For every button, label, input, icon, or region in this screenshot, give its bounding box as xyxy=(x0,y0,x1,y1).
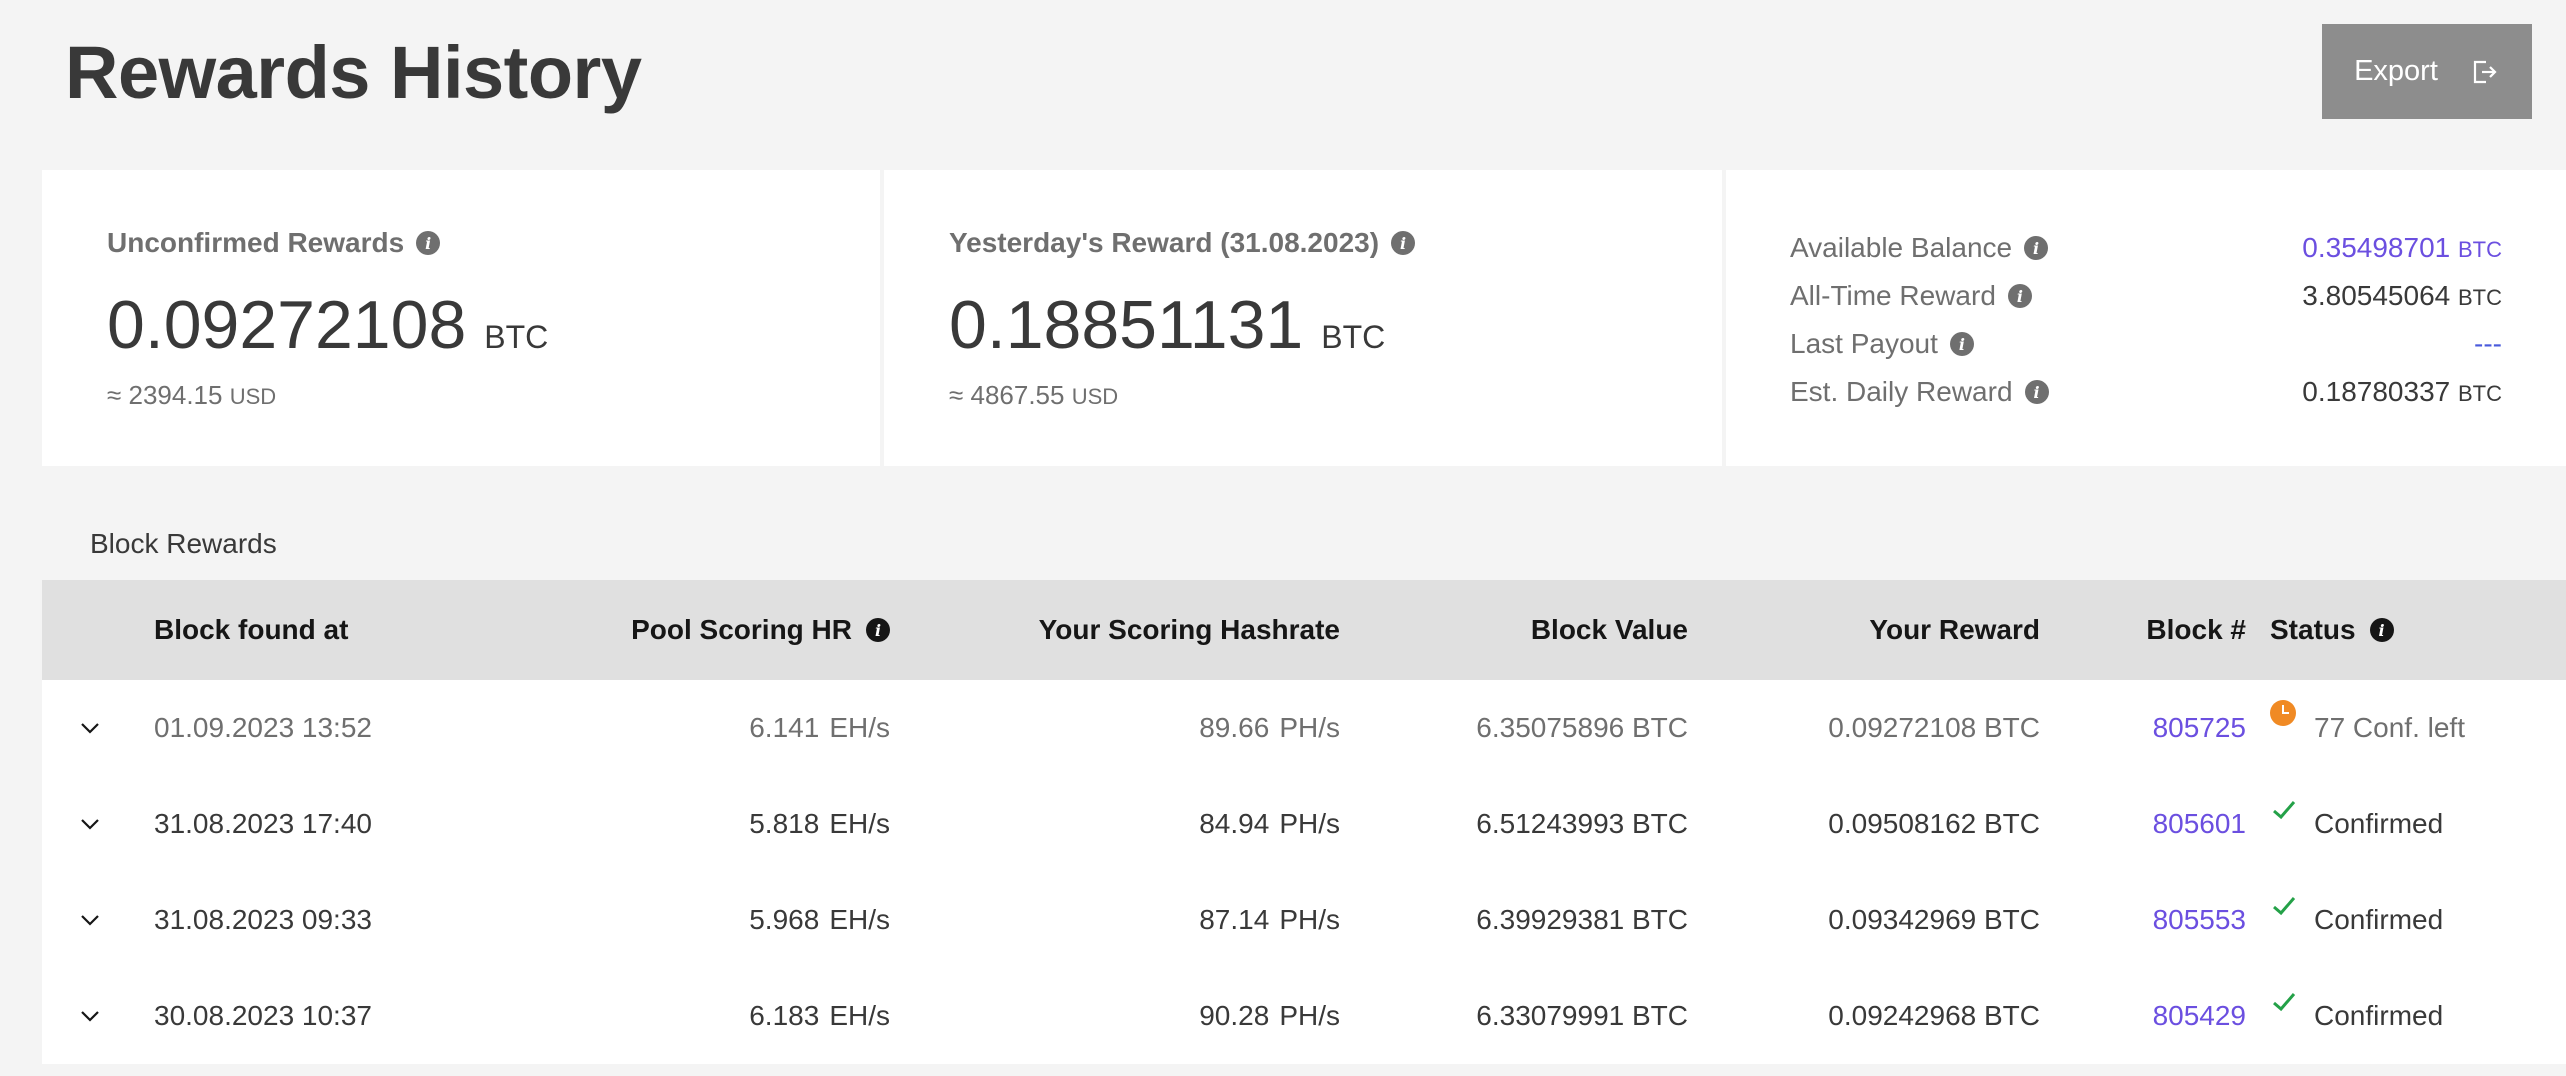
cell-your-reward: 0.09242968 BTC xyxy=(1828,1000,2040,1031)
clock-icon xyxy=(2270,700,2296,726)
info-icon[interactable]: i xyxy=(866,618,890,642)
cell-pool-hr: 6.183 EH/s xyxy=(749,1000,890,1031)
balance-row-available: Available Balance i 0.35498701 BTC xyxy=(1790,224,2502,272)
header-your-reward[interactable]: Your Reward xyxy=(1742,580,2040,680)
all-time-reward-value: 3.80545064 BTC xyxy=(2302,280,2502,311)
cell-found-at: 31.08.2023 09:33 xyxy=(154,904,372,935)
yesterday-reward-card: Yesterday's Reward (31.08.2023) i 0.1885… xyxy=(884,170,1722,466)
cell-your-hr: 90.28 PH/s xyxy=(1199,1000,1340,1031)
cell-pool-hr: 6.141 EH/s xyxy=(749,712,890,743)
cell-block-number: 805429 xyxy=(2082,968,2246,1064)
cell-your-reward: 0.09508162 BTC xyxy=(1828,808,2040,839)
header-block-number[interactable]: Block # xyxy=(2082,580,2246,680)
balance-row-est-daily: Est. Daily Reward i 0.18780337 BTC xyxy=(1790,368,2502,416)
block-link[interactable]: 805553 xyxy=(2153,904,2246,936)
info-icon[interactable]: i xyxy=(416,231,441,255)
cell-status: Confirmed xyxy=(2270,776,2560,872)
balance-card: Available Balance i 0.35498701 BTC All-Ti… xyxy=(1726,170,2566,466)
unconfirmed-rewards-value: 0.09272108 xyxy=(107,287,467,363)
cell-your-hr: 89.66 PH/s xyxy=(1199,712,1340,743)
cell-status: Confirmed xyxy=(2270,872,2560,968)
cell-your-hr: 87.14 PH/s xyxy=(1199,904,1340,935)
unconfirmed-rewards-unit: BTC xyxy=(484,319,549,355)
unconfirmed-rewards-usd-unit: USD xyxy=(229,384,277,409)
info-icon[interactable]: i xyxy=(1949,332,1974,356)
unconfirmed-rewards-card: Unconfirmed Rewards i 0.09272108 BTC ≈ 2… xyxy=(42,170,880,466)
block-link[interactable]: 805429 xyxy=(2153,1000,2246,1032)
balance-row-all-time: All-Time Reward i 3.80545064 BTC xyxy=(1790,272,2502,320)
header-status[interactable]: Status i xyxy=(2270,580,2560,680)
cell-your-hr: 84.94 PH/s xyxy=(1199,808,1340,839)
cell-pool-hr: 5.968 EH/s xyxy=(749,904,890,935)
header-block-value[interactable]: Block Value xyxy=(1392,580,1688,680)
header-pool-scoring-hr[interactable]: Pool Scoring HR i xyxy=(462,580,890,680)
available-balance-label: Available Balance xyxy=(1790,232,2013,263)
check-icon xyxy=(2270,801,2298,838)
unconfirmed-rewards-label: Unconfirmed Rewards xyxy=(107,227,405,258)
check-icon xyxy=(2270,993,2298,1030)
balance-row-last-payout: Last Payout i --- xyxy=(1790,320,2502,368)
status-text: Confirmed xyxy=(2314,808,2444,839)
table-row: 31.08.2023 17:40 5.818 EH/s 84.94 PH/s 6.5… xyxy=(42,776,2566,872)
est-daily-reward-label: Est. Daily Reward xyxy=(1790,376,2013,407)
cell-block-number: 805725 xyxy=(2082,680,2246,776)
cell-block-number: 805553 xyxy=(2082,872,2246,968)
status-text: Confirmed xyxy=(2314,904,2444,935)
block-link[interactable]: 805725 xyxy=(2153,712,2246,744)
yesterday-reward-usd: ≈ 4867.55 xyxy=(949,380,1065,410)
header-block-found-at[interactable]: Block found at xyxy=(154,580,514,680)
cell-block-value: 6.33079991 BTC xyxy=(1476,1000,1688,1031)
cell-found-at: 31.08.2023 17:40 xyxy=(154,808,372,839)
block-rewards-table: Block found at Pool Scoring HR i Your Sco… xyxy=(42,580,2566,1064)
page-title: Rewards History xyxy=(65,31,642,114)
table-row: 30.08.2023 10:37 6.183 EH/s 90.28 PH/s 6.3… xyxy=(42,968,2566,1064)
yesterday-reward-value: 0.18851131 xyxy=(949,287,1304,363)
cell-block-value: 6.35075896 BTC xyxy=(1476,712,1688,743)
chevron-down-icon[interactable] xyxy=(76,1002,104,1030)
export-label: Export xyxy=(2354,55,2438,87)
cell-block-number: 805601 xyxy=(2082,776,2246,872)
tab-block-rewards[interactable]: Block Rewards xyxy=(42,510,328,584)
cell-block-value: 6.51243993 BTC xyxy=(1476,808,1688,839)
status-text: Confirmed xyxy=(2314,1000,2444,1031)
cell-pool-hr: 5.818 EH/s xyxy=(749,808,890,839)
balance-list: Available Balance i 0.35498701 BTC All-Ti… xyxy=(1790,224,2502,416)
check-icon xyxy=(2270,897,2298,934)
status-text: 77 Conf. left xyxy=(2314,712,2465,743)
last-payout-label: Last Payout xyxy=(1790,328,1938,359)
header-your-scoring-hashrate[interactable]: Your Scoring Hashrate xyxy=(942,580,1340,680)
export-icon xyxy=(2473,60,2497,83)
cell-block-value: 6.39929381 BTC xyxy=(1476,904,1688,935)
last-payout-value[interactable]: --- xyxy=(2474,328,2502,360)
cell-found-at: 01.09.2023 13:52 xyxy=(154,712,372,743)
cell-status: 77 Conf. left xyxy=(2270,680,2560,776)
unconfirmed-rewards-usd: ≈ 2394.15 xyxy=(107,380,223,410)
est-daily-reward-value: 0.18780337 BTC xyxy=(2302,376,2502,407)
info-icon[interactable]: i xyxy=(2369,618,2394,642)
chevron-down-icon[interactable] xyxy=(76,810,104,838)
chevron-down-icon[interactable] xyxy=(76,714,104,742)
table-row: 31.08.2023 09:33 5.968 EH/s 87.14 PH/s 6.3… xyxy=(42,872,2566,968)
table-header: Block found at Pool Scoring HR i Your Sco… xyxy=(42,580,2566,680)
chevron-down-icon[interactable] xyxy=(76,906,104,934)
info-icon[interactable]: i xyxy=(2024,380,2049,404)
cell-status: Confirmed xyxy=(2270,968,2560,1064)
export-button[interactable]: Export xyxy=(2322,24,2532,119)
available-balance-value[interactable]: 0.35498701 BTC xyxy=(2302,232,2502,264)
info-icon[interactable]: i xyxy=(2024,236,2049,260)
yesterday-reward-unit: BTC xyxy=(1321,319,1386,355)
cell-found-at: 30.08.2023 10:37 xyxy=(154,1000,372,1031)
block-link[interactable]: 805601 xyxy=(2153,808,2246,840)
info-icon[interactable]: i xyxy=(2007,284,2032,308)
all-time-reward-label: All-Time Reward xyxy=(1790,280,1996,311)
yesterday-reward-label: Yesterday's Reward (31.08.2023) xyxy=(949,227,1380,258)
info-icon[interactable]: i xyxy=(1391,231,1416,255)
table-body: 01.09.2023 13:52 6.141 EH/s 89.66 PH/s 6.3… xyxy=(42,680,2566,1064)
table-row: 01.09.2023 13:52 6.141 EH/s 89.66 PH/s 6.3… xyxy=(42,680,2566,776)
yesterday-reward-usd-unit: USD xyxy=(1071,384,1119,409)
cell-your-reward: 0.09342969 BTC xyxy=(1828,904,2040,935)
cell-your-reward: 0.09272108 BTC xyxy=(1828,712,2040,743)
